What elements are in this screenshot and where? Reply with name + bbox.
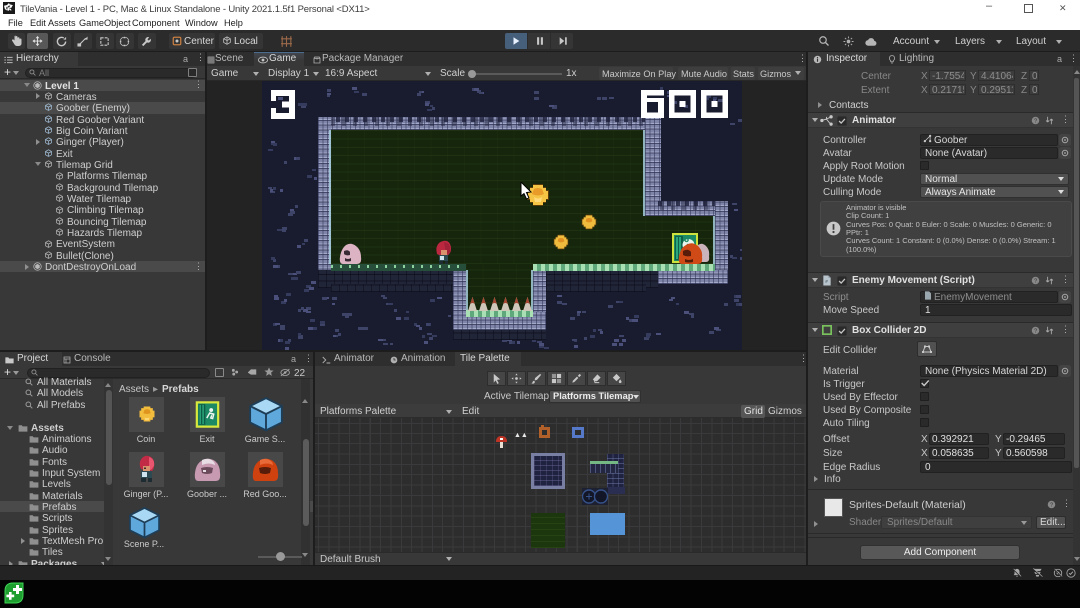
svg-text:?: ?: [1034, 328, 1037, 334]
svg-text:?: ?: [1034, 278, 1037, 284]
svg-text:?: ?: [1034, 118, 1037, 124]
svg-text:?: ?: [1050, 502, 1053, 508]
